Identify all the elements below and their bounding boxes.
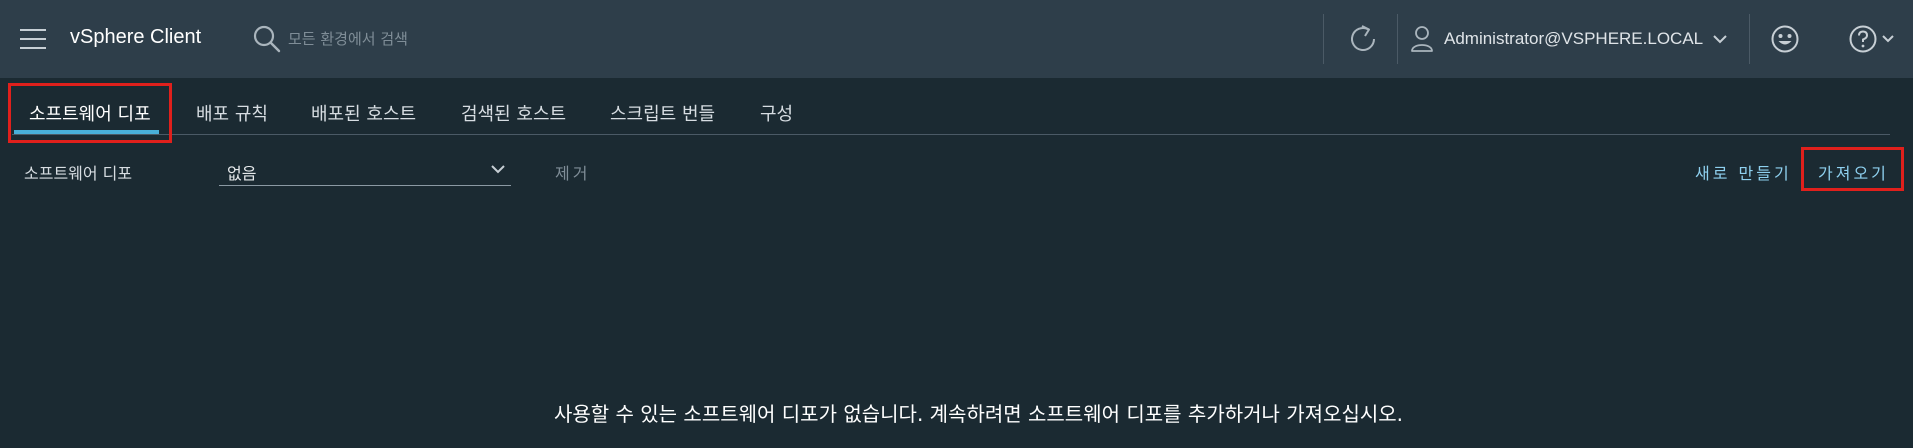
header-divider bbox=[1397, 14, 1398, 64]
remove-button[interactable]: 제거 bbox=[555, 160, 590, 184]
chevron-down-icon bbox=[491, 165, 505, 174]
tab-discovered-hosts[interactable]: 검색된 호스트 bbox=[461, 100, 566, 126]
header-divider bbox=[1323, 14, 1324, 64]
user-name: Administrator@VSPHERE.LOCAL bbox=[1444, 29, 1704, 48]
tab-deploy-rules[interactable]: 배포 규칙 bbox=[196, 100, 268, 126]
tab-bar: 소프트웨어 디포 배포 규칙 배포된 호스트 검색된 호스트 스크립트 번들 구… bbox=[12, 78, 1892, 136]
tab-script-bundles[interactable]: 스크립트 번들 bbox=[610, 100, 715, 126]
header-divider bbox=[1749, 14, 1750, 64]
select-value: 없음 bbox=[227, 164, 257, 183]
menu-icon[interactable] bbox=[20, 28, 46, 50]
active-tab-indicator bbox=[14, 130, 159, 134]
app-title[interactable]: vSphere Client bbox=[70, 26, 201, 49]
empty-state-message: 사용할 수 있는 소프트웨어 디포가 없습니다. 계속하려면 소프트웨어 디포를… bbox=[553, 402, 1404, 426]
software-depot-label: 소프트웨어 디포 bbox=[24, 164, 133, 183]
top-header: vSphere Client Administrator@VSPHERE.LOC… bbox=[0, 0, 1913, 78]
chevron-down-icon bbox=[1713, 35, 1727, 44]
software-depot-select[interactable]: 없음 bbox=[219, 152, 511, 186]
refresh-icon[interactable] bbox=[1348, 22, 1380, 56]
global-search[interactable] bbox=[252, 24, 652, 54]
new-button[interactable]: 새로 만들기 bbox=[1695, 160, 1792, 184]
user-menu[interactable]: Administrator@VSPHERE.LOCAL bbox=[1410, 24, 1727, 54]
smiley-icon[interactable] bbox=[1770, 24, 1800, 54]
tab-configure[interactable]: 구성 bbox=[760, 100, 793, 126]
tab-software-depot[interactable]: 소프트웨어 디포 bbox=[29, 100, 151, 126]
tab-deployed-hosts[interactable]: 배포된 호스트 bbox=[311, 100, 416, 126]
help-icon[interactable] bbox=[1848, 24, 1898, 54]
search-input[interactable] bbox=[288, 26, 628, 52]
search-icon bbox=[253, 25, 281, 53]
import-button[interactable]: 가져오기 bbox=[1818, 160, 1889, 184]
user-icon bbox=[1411, 26, 1433, 52]
